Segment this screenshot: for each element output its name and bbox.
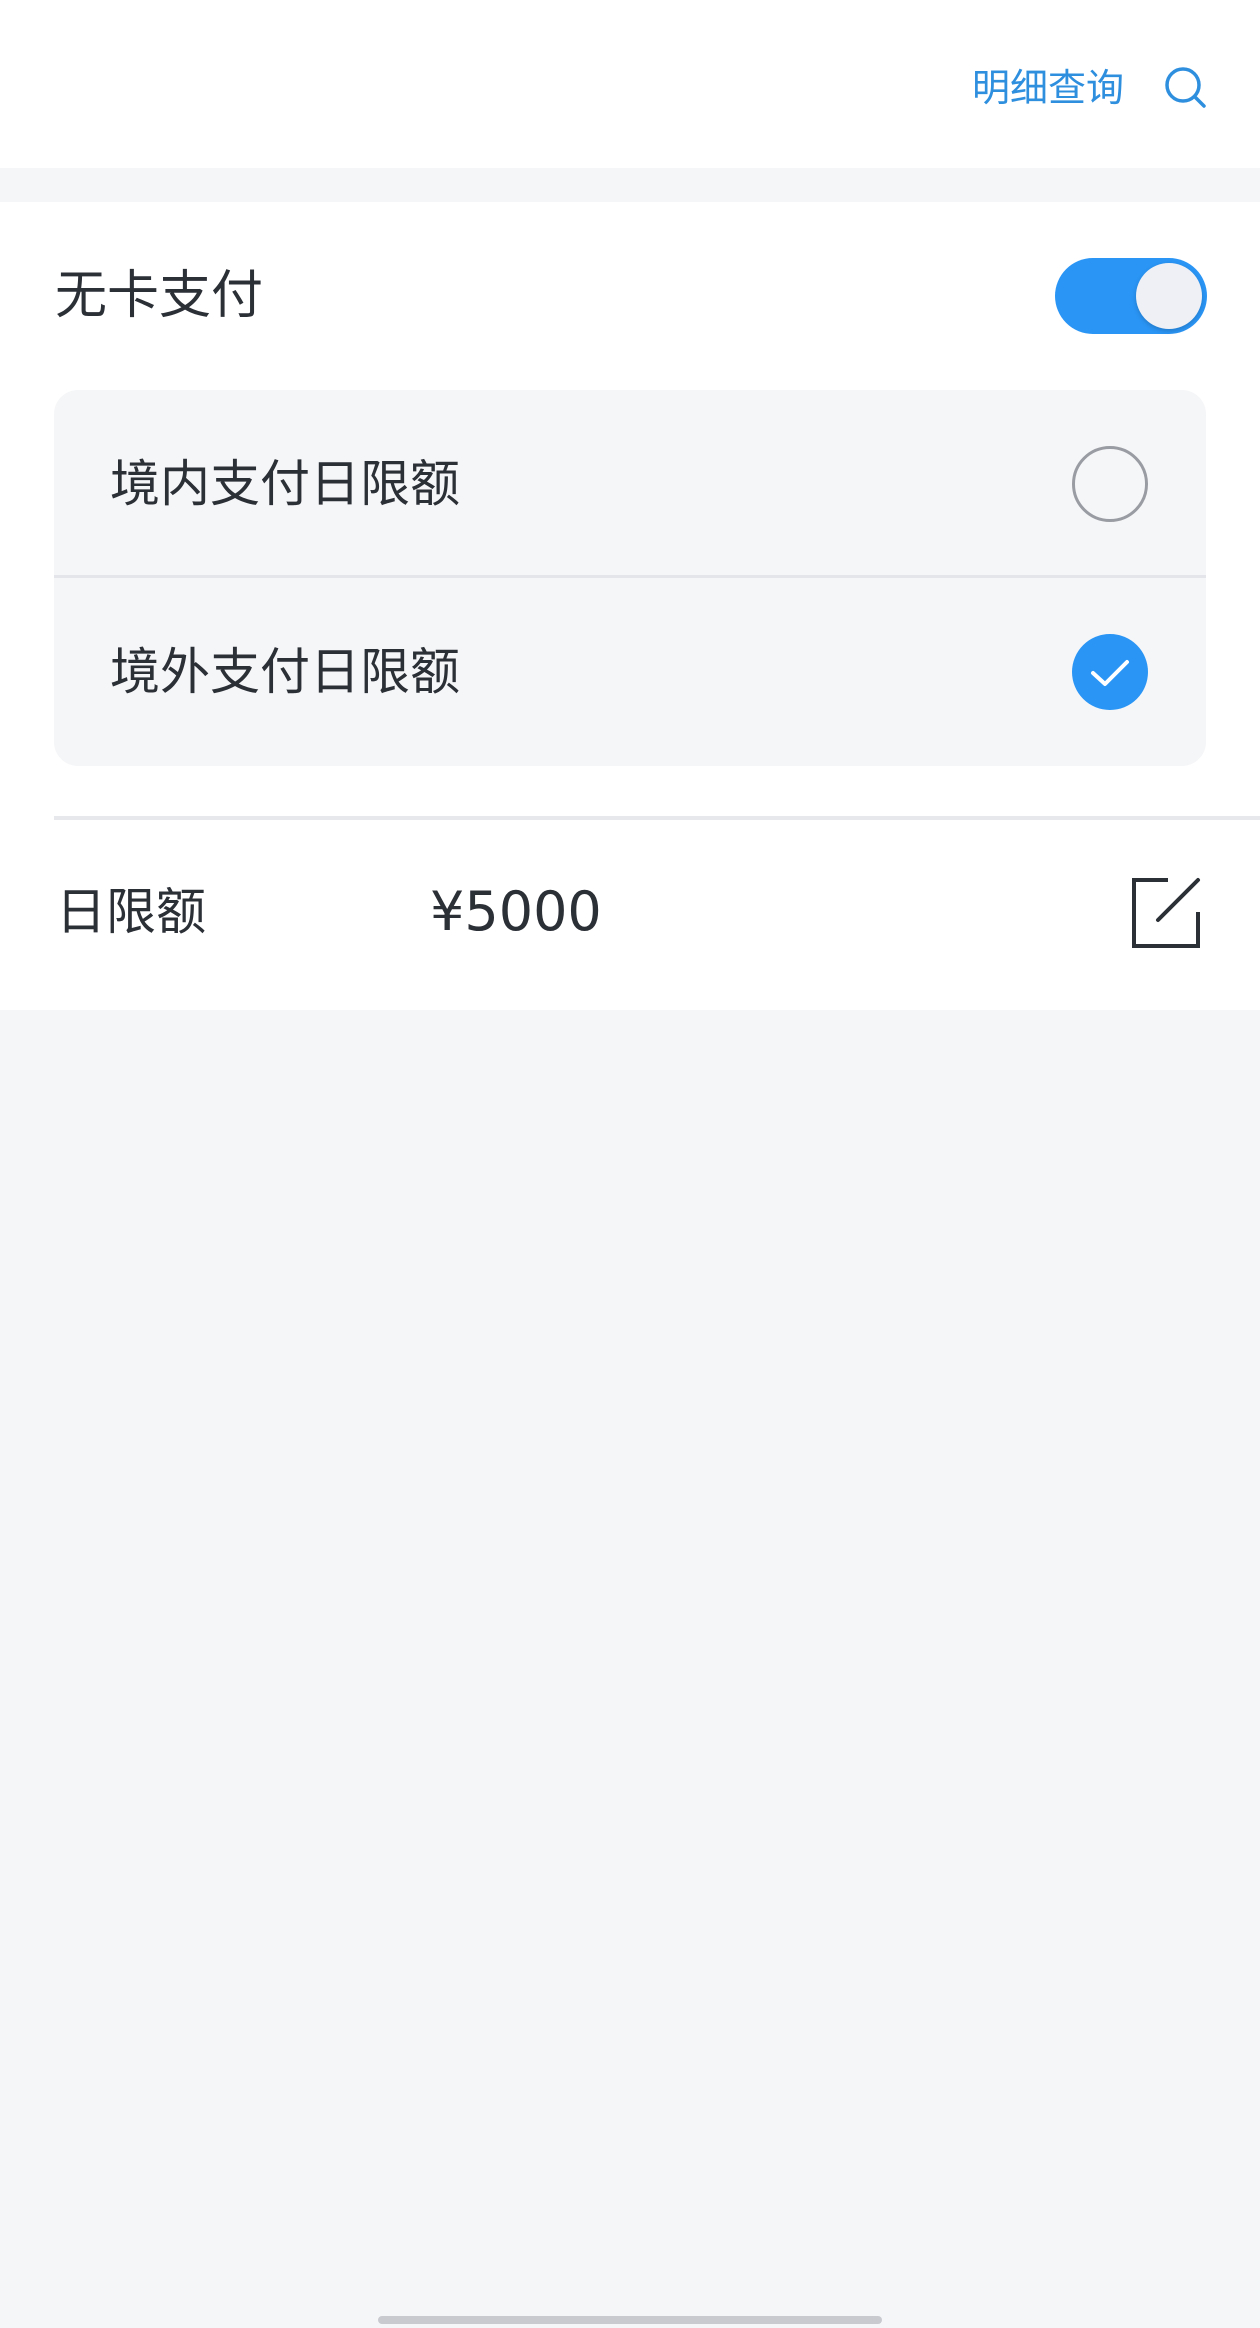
limit-type-options: 境内支付日限额 境外支付日限额 [54,390,1206,766]
daily-limit-value: ¥5000 [430,880,602,943]
toggle-knob [1136,263,1202,329]
option-label: 境内支付日限额 [110,455,460,513]
option-label: 境外支付日限额 [110,643,460,701]
top-bar: 明细查询 [0,0,1260,168]
cardless-payment-toggle[interactable] [1055,258,1207,334]
home-indicator [378,2316,882,2324]
edit-icon[interactable] [1128,874,1204,950]
section-gap [0,168,1260,202]
daily-limit-label: 日限额 [56,883,206,941]
radio-checked-icon[interactable] [1072,634,1148,710]
detail-query-link[interactable]: 明细查询 [972,56,1124,120]
divider [54,816,1260,820]
option-domestic-limit[interactable]: 境内支付日限额 [54,390,1206,578]
cardless-payment-label: 无卡支付 [55,266,264,326]
radio-unchecked-icon[interactable] [1072,446,1148,522]
search-icon[interactable] [1162,64,1210,112]
option-overseas-limit[interactable]: 境外支付日限额 [54,578,1206,766]
